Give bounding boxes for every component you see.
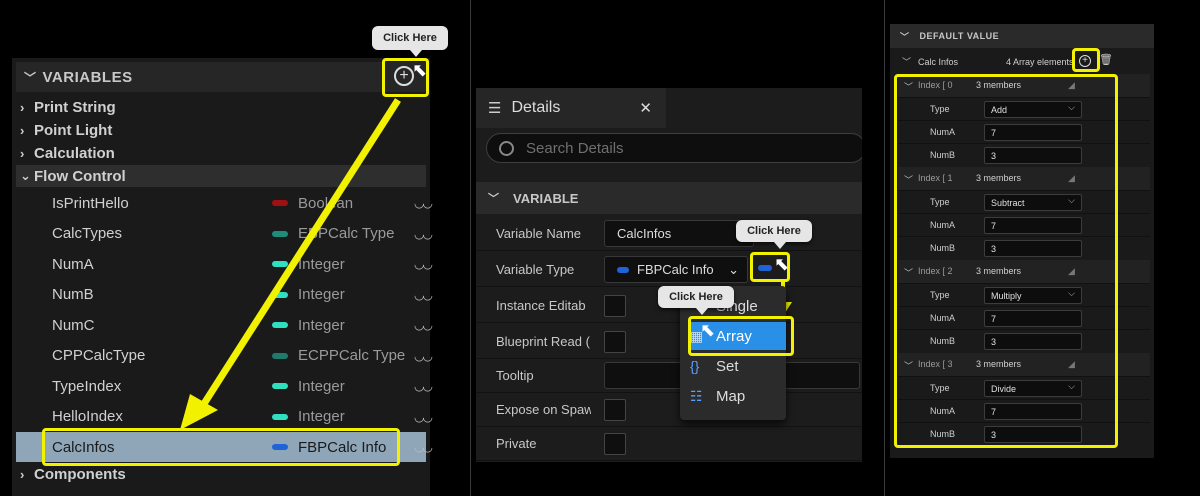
menu-item-label: Set xyxy=(716,357,739,375)
chevron-down-icon: ﹀ xyxy=(902,57,912,67)
instance-editable-checkbox[interactable] xyxy=(604,295,626,317)
private-checkbox[interactable] xyxy=(604,433,626,455)
variable-type-value: FBPCalc Info xyxy=(637,262,714,277)
variable-name-field[interactable]: CalcInfos xyxy=(604,220,754,247)
chevron-down-icon: ﹀ xyxy=(900,31,910,42)
variable-type-dropdown[interactable]: FBPCalc Info ⌄ xyxy=(604,256,748,283)
row-private: Private xyxy=(476,426,862,461)
search-icon xyxy=(499,140,514,156)
variable-section-header[interactable]: ﹀ VARIABLE xyxy=(476,182,862,214)
map-list-icon: ☷ xyxy=(690,387,703,404)
array-label: Calc Infos xyxy=(918,56,959,67)
cursor-icon: ⬉ xyxy=(700,320,716,340)
expose-on-spawn-checkbox[interactable] xyxy=(604,399,626,421)
tab-title: Details xyxy=(511,99,561,116)
click-here-callout: Click Here xyxy=(736,220,812,249)
prop-label: Expose on Spaw xyxy=(496,402,591,417)
type-pill-icon xyxy=(617,266,629,273)
row-tooltip: Tooltip xyxy=(476,358,862,393)
row-variable-type: Variable Type FBPCalc Info ⌄ xyxy=(476,252,862,287)
blueprint-read-only-checkbox[interactable] xyxy=(604,331,626,353)
details-icon: ☰ xyxy=(488,100,502,117)
array-elements-highlight xyxy=(894,74,1118,448)
prop-label: Instance Editab xyxy=(496,298,586,313)
menu-item-set[interactable]: {} Set xyxy=(690,352,786,380)
click-here-callout: Click Here xyxy=(658,286,734,315)
section-label: VARIABLE xyxy=(513,190,579,206)
search-input[interactable]: Search Details xyxy=(486,133,862,163)
cursor-icon: ⬉ xyxy=(774,254,790,274)
trash-icon[interactable]: 🗑 xyxy=(1099,53,1113,66)
arrow-annotation xyxy=(180,98,401,430)
array-count: 4 Array elements xyxy=(1006,56,1074,67)
divider xyxy=(884,0,885,496)
menu-item-map[interactable]: ☷ Map xyxy=(690,382,786,410)
row-expose-on-spawn: Expose on Spaw xyxy=(476,392,862,427)
default-value-header[interactable]: ﹀ DEFAULT VALUE xyxy=(890,24,1154,48)
chevron-down-icon: ⌄ xyxy=(728,261,739,277)
tab-details[interactable]: ☰ Details ✕ xyxy=(476,88,666,128)
prop-label: Private xyxy=(496,436,537,451)
prop-label: Tooltip xyxy=(496,368,534,383)
container-type-button[interactable] xyxy=(758,265,772,271)
chevron-down-icon: ﹀ xyxy=(488,193,499,205)
search-placeholder: Search Details xyxy=(526,139,624,157)
close-icon[interactable]: ✕ xyxy=(639,99,652,117)
divider xyxy=(470,0,471,496)
prop-label: Variable Type xyxy=(496,262,575,277)
details-panel: ☰ Details ✕ Search Details ﹀ VARIABLE Va… xyxy=(476,88,862,462)
prop-label: Blueprint Read ( xyxy=(496,334,590,349)
set-braces-icon: {} xyxy=(690,358,700,374)
row-blueprint-read-only: Blueprint Read ( xyxy=(476,324,862,359)
header-label: DEFAULT VALUE xyxy=(919,31,1000,41)
my-blueprint-panel: Click Here ﹀ VARIABLES › Print String › Po… xyxy=(0,0,470,496)
array-row: ﹀ Calc Infos 4 Array elements xyxy=(890,50,1154,73)
add-element-button[interactable]: + xyxy=(1079,55,1091,67)
menu-item-label: Map xyxy=(716,387,746,405)
prop-label: Variable Name xyxy=(496,226,582,241)
